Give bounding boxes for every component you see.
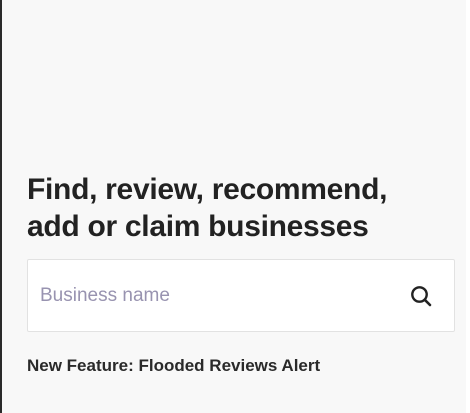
page-container: Find, review, recommend, add or claim bu… bbox=[0, 0, 470, 413]
hero-headline: Find, review, recommend, add or claim bu… bbox=[27, 173, 388, 243]
search-button[interactable] bbox=[408, 283, 434, 309]
new-feature-link[interactable]: New Feature: Flooded Reviews Alert bbox=[27, 356, 320, 376]
right-frame-edge bbox=[466, 0, 470, 413]
search-icon bbox=[411, 286, 432, 307]
search-box bbox=[27, 259, 455, 332]
business-name-search-input[interactable] bbox=[40, 260, 380, 331]
